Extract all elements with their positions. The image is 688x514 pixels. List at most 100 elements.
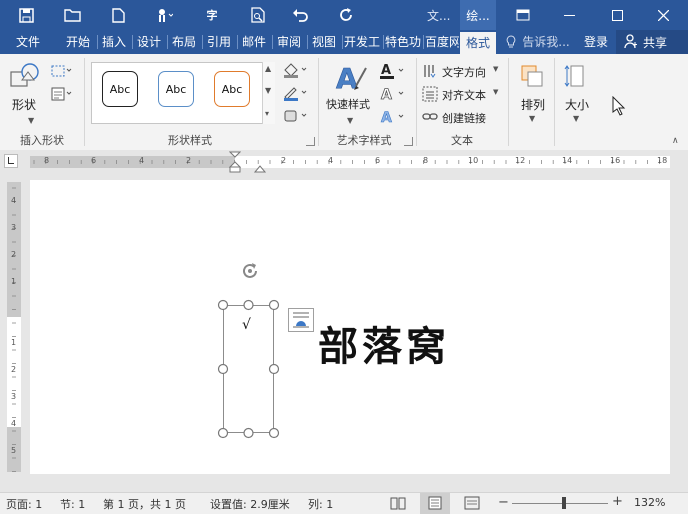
login-link[interactable]: 登录 bbox=[580, 30, 612, 54]
tab-format[interactable]: 格式 bbox=[460, 30, 496, 54]
collapse-ribbon-icon[interactable]: ∧ bbox=[672, 136, 679, 146]
share-button[interactable]: 共享 bbox=[616, 30, 688, 54]
main-heading-text[interactable]: 部落窝 bbox=[318, 314, 450, 372]
status-setting-value[interactable]: 设置值: 2.9厘米 bbox=[210, 496, 290, 512]
create-link-label[interactable]: 创建链接 bbox=[442, 110, 486, 126]
tab-mailings[interactable]: 邮件 bbox=[239, 30, 269, 54]
text-fill-icon[interactable]: A bbox=[378, 62, 408, 80]
group-separator bbox=[84, 58, 85, 146]
shapes-button-label[interactable]: 形状 bbox=[12, 96, 36, 113]
tell-me-search[interactable]: 告诉我... bbox=[521, 30, 571, 54]
status-page-count[interactable]: 第 1 页，共 1 页 bbox=[103, 496, 186, 512]
tab-developer[interactable]: 开发工 bbox=[344, 30, 380, 54]
shape-effects-icon[interactable] bbox=[282, 108, 308, 124]
chevron-down-icon[interactable]: ▼ bbox=[493, 65, 498, 73]
shape-style-sample-2[interactable]: Abc bbox=[158, 71, 194, 107]
zoom-slider-thumb[interactable] bbox=[561, 497, 566, 509]
size-icon[interactable] bbox=[563, 62, 591, 90]
layout-options-icon[interactable] bbox=[288, 308, 314, 332]
text-group-label: 文本 bbox=[451, 134, 473, 147]
ruler-number: 2 bbox=[281, 156, 287, 165]
tab-design[interactable]: 设计 bbox=[134, 30, 164, 54]
minimize-icon[interactable] bbox=[546, 0, 592, 30]
print-preview-icon[interactable] bbox=[244, 0, 272, 30]
save-icon[interactable] bbox=[12, 0, 40, 30]
read-mode-icon[interactable] bbox=[390, 496, 406, 511]
zoom-slider-track[interactable] bbox=[512, 503, 608, 504]
text-effects-icon[interactable]: A bbox=[378, 108, 408, 126]
zoom-in-icon[interactable]: + bbox=[612, 494, 623, 509]
ribbon-panel: 形状 ▼ 插入形状 Abc Abc Abc ▲ ▼ ▾ 形状样式 A 快速样式 … bbox=[0, 54, 688, 151]
shape-style-sample-1[interactable]: Abc bbox=[102, 71, 138, 107]
zoom-level[interactable]: 132% bbox=[634, 496, 665, 509]
draw-textbox-icon[interactable] bbox=[50, 86, 72, 102]
tab-layout[interactable]: 布局 bbox=[169, 30, 199, 54]
ruler-number: 1 bbox=[11, 277, 17, 286]
ruler-number: 2 bbox=[11, 365, 17, 374]
ribbon-display-icon[interactable] bbox=[500, 0, 546, 30]
arrange-icon[interactable] bbox=[518, 62, 546, 90]
chevron-down-icon[interactable]: ▼ bbox=[493, 88, 498, 96]
rotate-handle-icon[interactable] bbox=[239, 260, 261, 282]
redo-icon[interactable] bbox=[332, 0, 360, 30]
close-icon[interactable] bbox=[640, 0, 686, 30]
tab-file[interactable]: 文件 bbox=[8, 30, 48, 54]
edit-shape-icon[interactable] bbox=[50, 63, 72, 79]
chevron-down-icon[interactable]: ▼ bbox=[347, 116, 353, 125]
text-direction-icon[interactable] bbox=[422, 63, 438, 79]
right-indent-marker[interactable] bbox=[253, 162, 267, 173]
scroll-down-icon[interactable]: ▼ bbox=[265, 86, 271, 95]
gallery-scrollbar[interactable]: ▲ ▼ ▾ bbox=[262, 62, 275, 124]
ruler-number: 3 bbox=[11, 392, 17, 401]
tab-insert[interactable]: 插入 bbox=[99, 30, 129, 54]
align-text-label[interactable]: 对齐文本 bbox=[442, 87, 486, 103]
indent-markers[interactable] bbox=[228, 151, 242, 173]
zoom-out-icon[interactable]: − bbox=[498, 495, 509, 510]
ruler-number: 4 bbox=[11, 419, 17, 428]
shape-styles-group-label: 形状样式 bbox=[168, 134, 212, 147]
gallery-more-icon[interactable]: ▾ bbox=[265, 109, 269, 118]
maximize-icon[interactable] bbox=[594, 0, 640, 30]
print-layout-icon[interactable] bbox=[420, 493, 450, 514]
tab-view[interactable]: 视图 bbox=[309, 30, 339, 54]
tab-home[interactable]: 开始 bbox=[62, 30, 94, 54]
horizontal-ruler[interactable]: 8 6 4 2 2 4 6 8 10 12 14 16 18 bbox=[0, 150, 688, 174]
status-column[interactable]: 列: 1 bbox=[308, 496, 333, 512]
dialog-launcher-icon[interactable] bbox=[404, 137, 413, 146]
tab-baidu-netdisk[interactable]: 百度网 bbox=[425, 30, 459, 54]
ruler-number: 8 bbox=[44, 156, 50, 165]
quick-styles-label[interactable]: 快速样式 bbox=[326, 96, 370, 112]
dialog-launcher-icon[interactable] bbox=[306, 137, 315, 146]
shape-fill-icon[interactable] bbox=[282, 62, 308, 78]
resize-handles[interactable] bbox=[216, 298, 281, 440]
web-layout-icon[interactable] bbox=[464, 496, 480, 511]
scroll-up-icon[interactable]: ▲ bbox=[265, 64, 271, 73]
tab-featured[interactable]: 特色功 bbox=[385, 30, 421, 54]
new-document-icon[interactable] bbox=[104, 0, 132, 30]
chevron-down-icon[interactable]: ▼ bbox=[529, 114, 535, 123]
pinyin-guide-icon[interactable]: 字 bbox=[198, 0, 226, 30]
chevron-down-icon[interactable]: ▼ bbox=[28, 116, 34, 125]
tab-review[interactable]: 审阅 bbox=[274, 30, 304, 54]
status-page[interactable]: 页面: 1 bbox=[6, 496, 42, 512]
tab-references[interactable]: 引用 bbox=[204, 30, 234, 54]
tab-separator bbox=[167, 35, 168, 49]
create-link-icon[interactable] bbox=[422, 109, 438, 125]
chevron-down-icon[interactable]: ▼ bbox=[573, 114, 579, 123]
arrange-label[interactable]: 排列 bbox=[521, 96, 545, 113]
open-folder-icon[interactable] bbox=[58, 0, 86, 30]
status-section[interactable]: 节: 1 bbox=[60, 496, 85, 512]
text-direction-label[interactable]: 文字方向 bbox=[442, 64, 486, 80]
align-text-icon[interactable] bbox=[422, 86, 438, 102]
ribbon-tabs: 文件 开始 插入 设计 布局 引用 邮件 审阅 视图 开发工 特色功 百度网 格… bbox=[0, 30, 688, 54]
vertical-ruler[interactable]: 4 3 2 1 1 2 3 4 5 bbox=[0, 174, 30, 492]
shape-outline-icon[interactable] bbox=[282, 85, 308, 101]
size-label[interactable]: 大小 bbox=[565, 96, 589, 113]
touch-mode-icon[interactable] bbox=[150, 0, 178, 30]
text-outline-icon[interactable]: A bbox=[378, 85, 408, 103]
undo-icon[interactable] bbox=[286, 0, 314, 30]
wordart-quick-styles-icon[interactable]: A bbox=[334, 60, 370, 96]
shape-style-sample-3[interactable]: Abc bbox=[214, 71, 250, 107]
shapes-gallery-icon[interactable] bbox=[8, 60, 44, 94]
document-page[interactable]: √ 部落窝 bbox=[30, 180, 670, 474]
